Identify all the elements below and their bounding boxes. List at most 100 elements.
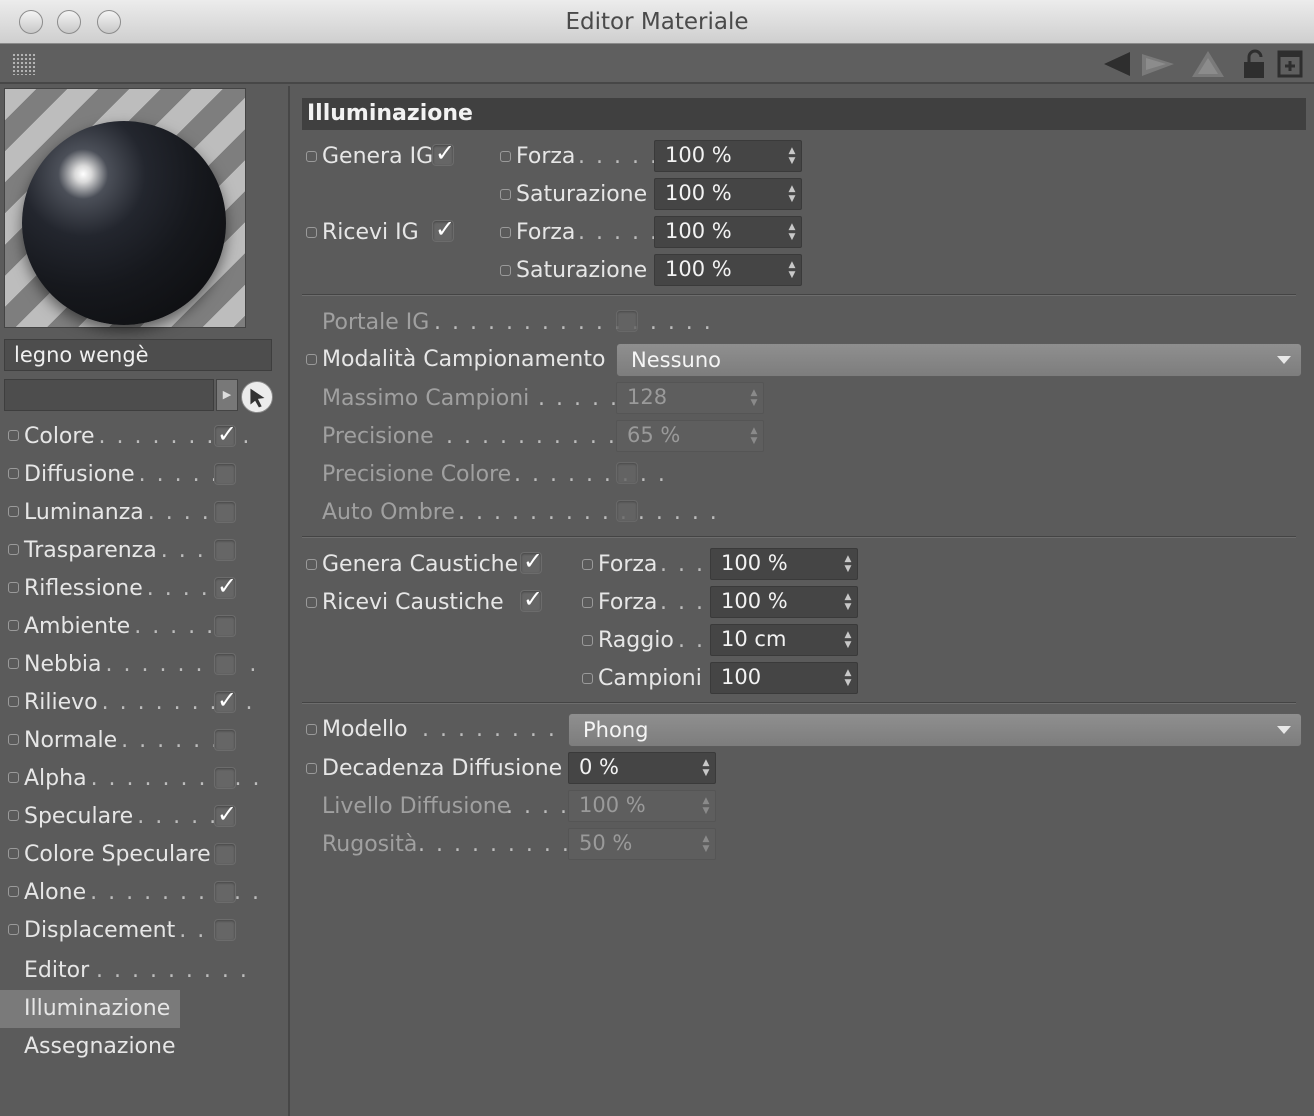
rugosita-input[interactable]: 50 % ▲ ▼ [568,828,716,860]
spinner-icon[interactable]: ▲ ▼ [701,758,711,778]
channel-riflessione[interactable]: Riflessione. . . . . ✓ [0,570,290,608]
spinner-icon[interactable]: ▲ ▼ [701,796,711,816]
decadenza-diffusione-input[interactable]: 0 % ▲ ▼ [568,752,716,784]
nav-editor[interactable]: Editor . . . . . . . . . [0,952,290,990]
precisione-colore-checkbox[interactable] [616,462,638,484]
anim-dot[interactable] [8,430,19,441]
channel-alone[interactable]: Alone. . . . . . . . . . [0,874,290,912]
lock-icon[interactable] [1240,48,1270,80]
massimo-campioni-input[interactable]: 128 ▲ ▼ [616,382,764,414]
anim-dot[interactable] [8,582,19,593]
anim-dot[interactable] [8,772,19,783]
anim-dot[interactable] [500,265,511,276]
material-preview[interactable] [4,88,246,328]
genera-saturazione-input[interactable]: 100 % ▲ ▼ [654,178,802,210]
channel-checkbox[interactable] [214,463,236,485]
spinner-icon[interactable]: ▲ ▼ [843,554,853,574]
anim-dot[interactable] [500,227,511,238]
channel-nebbia[interactable]: Nebbia. . . . . . . . . [0,646,290,684]
spinner-icon[interactable]: ▲ ▼ [749,426,759,446]
anim-dot[interactable] [500,189,511,200]
anim-dot[interactable] [306,724,317,735]
anim-dot[interactable] [8,924,19,935]
anim-dot[interactable] [306,763,317,774]
channel-alpha[interactable]: Alpha. . . . . . . . . . [0,760,290,798]
anim-dot[interactable] [306,559,317,570]
channel-displacement[interactable]: Displacement. . [0,912,290,950]
channel-checkbox[interactable] [214,729,236,751]
anim-dot[interactable] [582,673,593,684]
channel-checkbox[interactable]: ✓ [214,800,237,828]
ricevi-forza-input[interactable]: 100 % ▲ ▼ [654,216,802,248]
channel-checkbox[interactable] [214,653,236,675]
ricevi-saturazione-input[interactable]: 100 % ▲ ▼ [654,254,802,286]
channel-checkbox[interactable] [214,615,236,637]
anim-dot[interactable] [8,696,19,707]
genera-caustiche-checkbox[interactable]: ✓ [520,547,543,575]
channel-checkbox[interactable]: ✓ [214,420,237,448]
material-name-field[interactable]: legno wengè [4,339,272,371]
channel-checkbox[interactable] [214,501,236,523]
channel-colore-speculare[interactable]: Colore Speculare [0,836,290,874]
search-arrow-button[interactable]: ▶ [216,379,238,411]
nav-illuminazione[interactable]: Illuminazione [0,990,180,1028]
precisione-input[interactable]: 65 % ▲ ▼ [616,420,764,452]
anim-dot[interactable] [582,597,593,608]
channel-ambiente[interactable]: Ambiente. . . . . . [0,608,290,646]
modello-dropdown[interactable]: Phong [568,713,1302,747]
anim-dot[interactable] [306,354,317,365]
auto-ombre-checkbox[interactable] [616,500,638,522]
channel-checkbox[interactable] [214,843,236,865]
genera-ig-checkbox[interactable]: ✓ [432,139,455,167]
anim-dot[interactable] [8,734,19,745]
channel-trasparenza[interactable]: Trasparenza. . . . [0,532,290,570]
forward-arrow-icon[interactable] [1136,48,1178,80]
spinner-icon[interactable]: ▲ ▼ [843,630,853,650]
channel-checkbox[interactable]: ✓ [214,686,237,714]
channel-diffusione[interactable]: Diffusione. . . . . . [0,456,290,494]
anim-dot[interactable] [306,227,317,238]
anim-dot[interactable] [8,886,19,897]
genera-forza-input[interactable]: 100 % ▲ ▼ [654,140,802,172]
caustiche-ricevi-forza-input[interactable]: 100 % ▲ ▼ [710,586,858,618]
channel-checkbox[interactable] [214,919,236,941]
ricevi-ig-checkbox[interactable]: ✓ [432,215,455,243]
anim-dot[interactable] [8,468,19,479]
spinner-icon[interactable]: ▲ ▼ [787,146,797,166]
anim-dot[interactable] [8,544,19,555]
channel-checkbox[interactable] [214,539,236,561]
campioni-input[interactable]: 100 ▲ ▼ [710,662,858,694]
anim-dot[interactable] [8,506,19,517]
caustiche-genera-forza-input[interactable]: 100 % ▲ ▼ [710,548,858,580]
channel-checkbox[interactable] [214,767,236,789]
anim-dot[interactable] [582,559,593,570]
up-arrow-icon[interactable] [1188,48,1228,80]
channel-rilievo[interactable]: Rilievo. . . . . . . . . ✓ [0,684,290,722]
modalita-campionamento-dropdown[interactable]: Nessuno [616,343,1302,377]
anim-dot[interactable] [306,597,317,608]
channel-speculare[interactable]: Speculare. . . . . . ✓ [0,798,290,836]
channel-colore[interactable]: Colore. . . . . . . . . ✓ [0,418,290,456]
channel-luminanza[interactable]: Luminanza. . . . . [0,494,290,532]
spinner-icon[interactable]: ▲ ▼ [787,222,797,242]
spinner-icon[interactable]: ▲ ▼ [787,184,797,204]
anim-dot[interactable] [8,658,19,669]
channel-checkbox[interactable]: ✓ [214,572,237,600]
channel-normale[interactable]: Normale. . . . . . . [0,722,290,760]
portale-ig-checkbox[interactable] [616,310,638,332]
nav-assegnazione[interactable]: Assegnazione [0,1028,290,1066]
anim-dot[interactable] [582,635,593,646]
channel-checkbox[interactable] [214,881,236,903]
grip-icon[interactable] [12,53,36,75]
anim-dot[interactable] [8,848,19,859]
spinner-icon[interactable]: ▲ ▼ [787,260,797,280]
anim-dot[interactable] [306,151,317,162]
spinner-icon[interactable]: ▲ ▼ [843,592,853,612]
ricevi-caustiche-checkbox[interactable]: ✓ [520,585,543,613]
picker-arrow-icon[interactable] [241,381,273,413]
spinner-icon[interactable]: ▲ ▼ [749,388,759,408]
anim-dot[interactable] [8,620,19,631]
livello-diffusione-input[interactable]: 100 % ▲ ▼ [568,790,716,822]
anim-dot[interactable] [8,810,19,821]
anim-dot[interactable] [500,151,511,162]
